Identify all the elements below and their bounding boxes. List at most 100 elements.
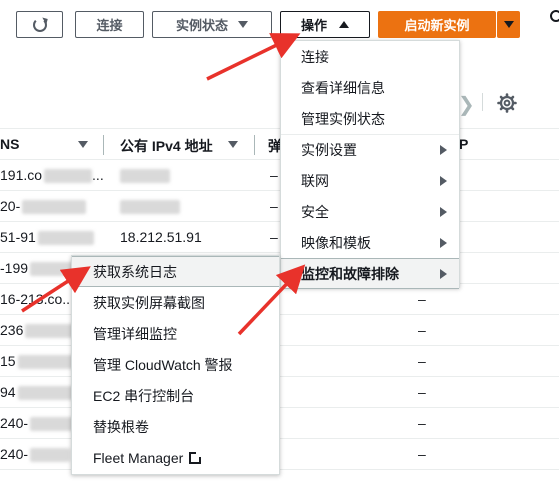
redacted-mask bbox=[22, 200, 87, 215]
column-divider[interactable] bbox=[103, 135, 104, 155]
elastic-ip-cell: – bbox=[270, 198, 278, 214]
submenu-item-label: 获取实例屏幕截图 bbox=[93, 294, 205, 311]
actions-menu-item[interactable]: 联网 bbox=[281, 165, 459, 196]
caret-right-icon bbox=[440, 206, 447, 217]
caret-up-icon bbox=[339, 21, 349, 28]
dns-text: -199 bbox=[0, 260, 29, 276]
launch-dropdown-button[interactable] bbox=[497, 11, 520, 38]
gear-icon[interactable] bbox=[496, 92, 518, 114]
sort-icon[interactable] bbox=[78, 141, 88, 148]
redacted-mask bbox=[30, 448, 71, 463]
caret-down-icon bbox=[238, 21, 248, 28]
dns-text: 191.co bbox=[0, 167, 43, 183]
submenu-item[interactable]: 管理 CloudWatch 警报 bbox=[72, 349, 279, 380]
submenu-item-label: 替换根卷 bbox=[93, 418, 149, 435]
info-icon[interactable] bbox=[550, 10, 559, 22]
actions-menu: 连接查看详细信息 管理实例状态 实例设置联网安全映像和模板监控和故障排除 bbox=[280, 40, 460, 289]
submenu-item[interactable]: 获取系统日志 bbox=[72, 256, 279, 287]
dns-text: 236 bbox=[0, 322, 24, 338]
actions-menu-item[interactable]: 映像和模板 bbox=[281, 227, 459, 258]
submenu-item-label: Fleet Manager bbox=[93, 449, 184, 466]
actions-menu-item[interactable]: 安全 bbox=[281, 196, 459, 227]
dns-cell: 94 bbox=[0, 384, 80, 401]
p-cell: – bbox=[418, 353, 426, 369]
column-header-ipv4[interactable]: 公有 IPv4 地址 bbox=[120, 136, 213, 156]
ipv4-cell bbox=[120, 198, 180, 215]
dns-cell: 15 bbox=[0, 353, 78, 370]
redacted-mask bbox=[44, 169, 93, 184]
external-link-icon bbox=[189, 450, 203, 464]
p-cell: – bbox=[418, 291, 426, 307]
refresh-icon bbox=[32, 17, 47, 32]
connect-label: 连接 bbox=[96, 18, 123, 33]
dns-cell: 240- bbox=[0, 446, 71, 463]
redacted-mask bbox=[37, 231, 94, 246]
menu-item-label: 查看详细信息 bbox=[301, 79, 385, 96]
next-page-icon[interactable]: ❯ bbox=[458, 92, 475, 117]
column-divider[interactable] bbox=[254, 135, 255, 155]
menu-item-label: 联网 bbox=[301, 172, 329, 189]
submenu-item-label: EC2 串行控制台 bbox=[93, 387, 195, 404]
submenu-item-label: 管理详细监控 bbox=[93, 325, 177, 342]
actions-menu-item[interactable]: 查看详细信息 bbox=[281, 72, 459, 103]
menu-item-label: 安全 bbox=[301, 203, 329, 220]
actions-menu-item[interactable]: 实例设置 bbox=[281, 134, 459, 165]
dns-cell: 240- bbox=[0, 415, 81, 432]
menu-item-label: 连接 bbox=[301, 48, 329, 65]
p-cell: – bbox=[418, 446, 426, 462]
connect-button[interactable]: 连接 bbox=[75, 11, 144, 38]
instance-state-label: 实例状态 bbox=[175, 18, 228, 33]
submenu-item[interactable]: 获取实例屏幕截图 bbox=[72, 287, 279, 318]
actions-menu-item[interactable]: 监控和故障排除 bbox=[281, 258, 459, 289]
actions-menu-item[interactable]: 连接 bbox=[281, 41, 459, 72]
dns-cell: 20- bbox=[0, 198, 87, 215]
p-cell: – bbox=[418, 322, 426, 338]
dns-tail: ... bbox=[92, 167, 104, 183]
submenu-item[interactable]: 管理详细监控 bbox=[72, 318, 279, 349]
dns-cell: 191.co... bbox=[0, 167, 104, 184]
sort-icon[interactable] bbox=[228, 141, 238, 148]
caret-right-icon bbox=[440, 145, 447, 155]
dns-text: 16-213.co... bbox=[0, 291, 74, 307]
submenu-item-label: 获取系统日志 bbox=[93, 263, 177, 280]
redacted-mask bbox=[120, 169, 170, 184]
column-header-dns[interactable]: NS bbox=[0, 136, 19, 152]
dns-text: 20- bbox=[0, 198, 21, 214]
toolbar: 连接 实例状态 操作 启动新实例 bbox=[0, 0, 559, 40]
submenu-item[interactable]: Fleet Manager bbox=[72, 442, 279, 473]
arrow-to-actions bbox=[206, 33, 301, 81]
divider bbox=[482, 93, 483, 111]
dns-text: 240- bbox=[0, 415, 29, 431]
submenu-item-label: 管理 CloudWatch 警报 bbox=[93, 356, 233, 373]
menu-item-label: 实例设置 bbox=[301, 142, 357, 158]
ipv4-cell bbox=[120, 167, 170, 184]
actions-label: 操作 bbox=[300, 18, 327, 33]
launch-label: 启动新实例 bbox=[404, 18, 470, 33]
redacted-mask bbox=[17, 355, 78, 370]
elastic-ip-cell: – bbox=[270, 167, 278, 183]
dns-text: 240- bbox=[0, 446, 29, 462]
monitoring-submenu: 获取系统日志获取实例屏幕截图 管理详细监控管理 CloudWatch 警报 EC2 … bbox=[71, 255, 280, 475]
p-cell: – bbox=[418, 415, 426, 431]
instance-state-button[interactable]: 实例状态 bbox=[152, 11, 272, 38]
dns-text: 15 bbox=[0, 353, 16, 369]
redacted-mask bbox=[120, 200, 180, 215]
menu-item-label: 管理实例状态 bbox=[301, 110, 385, 127]
ipv4-cell: 18.212.51.91 bbox=[120, 229, 202, 245]
actions-menu-item[interactable]: 管理实例状态 bbox=[281, 103, 459, 134]
caret-right-icon bbox=[440, 268, 447, 279]
launch-instance-button[interactable]: 启动新实例 bbox=[378, 11, 496, 38]
p-cell: – bbox=[418, 384, 426, 400]
caret-down-icon bbox=[503, 21, 514, 28]
ipv4-text: 18.212.51.91 bbox=[120, 229, 202, 245]
refresh-button[interactable] bbox=[16, 11, 63, 38]
submenu-item[interactable]: EC2 串行控制台 bbox=[72, 380, 279, 411]
dns-text: 51-91 bbox=[0, 229, 36, 245]
actions-button[interactable]: 操作 bbox=[280, 11, 370, 38]
caret-right-icon bbox=[440, 175, 447, 186]
menu-item-label: 监控和故障排除 bbox=[301, 265, 399, 282]
elastic-ip-cell: – bbox=[270, 229, 278, 245]
column-header-p[interactable]: P bbox=[459, 136, 468, 152]
submenu-item[interactable]: 替换根卷 bbox=[72, 411, 279, 442]
caret-right-icon bbox=[440, 237, 447, 248]
